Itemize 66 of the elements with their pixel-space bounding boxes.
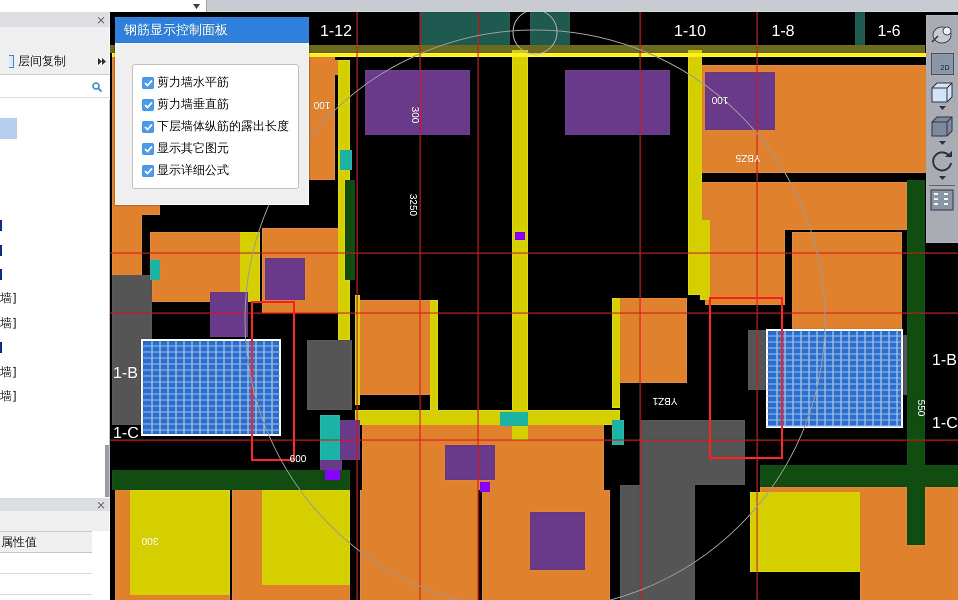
caret-icon[interactable] xyxy=(938,106,946,110)
caret-icon[interactable] xyxy=(193,4,200,8)
marker-block xyxy=(150,260,160,280)
dimension-label: 600 xyxy=(290,454,306,465)
wireframe-cube-icon[interactable] xyxy=(930,80,954,104)
tree-item[interactable]: 墙] xyxy=(0,314,17,332)
marker-block xyxy=(480,482,490,492)
checkbox-label[interactable]: 显示详细公式 xyxy=(157,162,229,179)
tree-row[interactable]: 墙] xyxy=(0,286,109,312)
panel-title: 钢筋显示控制面板 xyxy=(115,17,309,43)
dimension-label: 300 xyxy=(142,535,158,546)
column-header: 属性值 xyxy=(0,534,37,550)
solid-cube-icon[interactable] xyxy=(930,114,954,138)
axis-label: 1-B xyxy=(932,352,957,369)
tree-row[interactable]: 墙] xyxy=(0,360,109,384)
search-icon[interactable] xyxy=(92,82,102,92)
dimension-label: 100 xyxy=(314,99,330,110)
axis-label: 1-6 xyxy=(877,23,901,40)
axis-label: 1-C xyxy=(113,425,139,442)
column-block xyxy=(210,292,248,337)
selection-frame[interactable] xyxy=(709,297,783,459)
checkbox[interactable] xyxy=(142,164,154,176)
checkbox-label[interactable]: 显示其它图元 xyxy=(157,140,229,157)
axis-label: 1-12 xyxy=(320,23,352,40)
tree-row[interactable]: 墙] xyxy=(0,384,109,409)
checkbox-label[interactable]: 下层墙体纵筋的露出长度 xyxy=(157,118,289,135)
column-block xyxy=(445,445,495,480)
column-block xyxy=(530,512,585,570)
rotate-icon[interactable] xyxy=(930,149,954,173)
checkbox[interactable] xyxy=(142,142,154,154)
dimension-label: YBZ5 xyxy=(736,152,760,163)
axis-label: 1-C xyxy=(932,415,958,432)
column-block xyxy=(705,72,775,130)
marker-block xyxy=(340,150,352,170)
tree-item[interactable]: 墙] xyxy=(0,290,17,308)
floor-block xyxy=(530,12,570,45)
caret-icon[interactable] xyxy=(938,176,946,180)
tree-item[interactable]: 墙] xyxy=(0,364,17,381)
checkbox-label[interactable]: 剪力墙水平筋 xyxy=(157,74,229,91)
column-block xyxy=(265,258,305,300)
tree-row[interactable]: 墙] xyxy=(0,311,109,336)
checkbox[interactable] xyxy=(142,98,154,110)
tree-item[interactable]: 墙] xyxy=(0,388,17,405)
dimension-label: 300 xyxy=(409,106,420,124)
floor-block xyxy=(855,12,865,45)
marker-block xyxy=(320,415,340,460)
dimension-label: 3250 xyxy=(407,194,418,216)
checkbox-label[interactable]: 剪力墙垂直筋 xyxy=(157,96,229,113)
checkbox[interactable] xyxy=(142,120,154,132)
dimension-label: YBZ1 xyxy=(652,395,678,406)
checkbox[interactable] xyxy=(142,76,154,88)
axis-label: 1-B xyxy=(113,365,138,382)
close-button[interactable]: × xyxy=(96,14,106,26)
double-arrow-icon[interactable] xyxy=(98,58,106,65)
caret-icon[interactable] xyxy=(938,141,946,145)
dimension-label: 100 xyxy=(712,94,728,105)
dimension-label: 550 xyxy=(915,400,926,416)
checklist-icon[interactable] xyxy=(930,189,954,211)
marker-block xyxy=(500,412,528,426)
slab-block xyxy=(307,340,352,410)
axis-label: 1-8 xyxy=(771,23,795,40)
marker-block xyxy=(612,420,624,445)
marker-block xyxy=(515,232,525,240)
marker-block xyxy=(325,470,340,480)
close-button[interactable]: × xyxy=(96,498,106,510)
axis-label: 1-10 xyxy=(674,23,706,40)
